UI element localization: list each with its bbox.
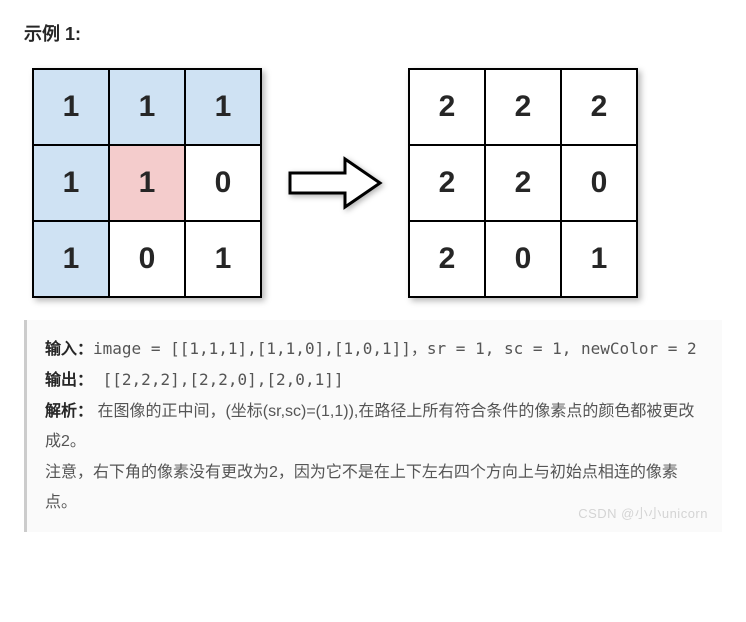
- output-grid: 222220201: [408, 68, 638, 298]
- input-grid: 111110101: [32, 68, 262, 298]
- output-line: 输出： [[2,2,2],[2,2,0],[2,0,1]]: [45, 365, 704, 396]
- output-label: 输出：: [45, 372, 93, 389]
- grid-cell: 1: [33, 69, 109, 145]
- grid-cell: 2: [409, 221, 485, 297]
- grid-cell: 2: [409, 69, 485, 145]
- grid-cell: 0: [485, 221, 561, 297]
- grid-cell: 0: [185, 145, 261, 221]
- example-title: 示例 1:: [24, 20, 722, 46]
- grid-cell: 2: [409, 145, 485, 221]
- output-text: [[2,2,2],[2,2,0],[2,0,1]]: [93, 370, 343, 389]
- explain-text-1: 在图像的正中间，(坐标(sr,sc)=(1,1)),在路径上所有符合条件的像素点…: [45, 403, 694, 450]
- grid-cell: 1: [109, 145, 185, 221]
- grid-cell: 0: [109, 221, 185, 297]
- grid-cell: 1: [109, 69, 185, 145]
- grid-cell: 0: [561, 145, 637, 221]
- explain-label: 解析：: [45, 403, 93, 420]
- input-text: image = [[1,1,1],[1,1,0],[1,0,1]]，sr = 1…: [93, 339, 697, 358]
- input-label: 输入：: [45, 341, 93, 358]
- grid-cell: 1: [185, 221, 261, 297]
- grid-cell: 2: [485, 69, 561, 145]
- diagram: 111110101 222220201: [24, 68, 722, 298]
- grid-cell: 1: [33, 145, 109, 221]
- explain-line-1: 解析： 在图像的正中间，(坐标(sr,sc)=(1,1)),在路径上所有符合条件…: [45, 397, 704, 458]
- grid-cell: 2: [561, 69, 637, 145]
- grid-cell: 1: [561, 221, 637, 297]
- input-line: 输入：image = [[1,1,1],[1,1,0],[1,0,1]]，sr …: [45, 334, 704, 365]
- arrow-icon: [280, 153, 390, 213]
- explanation-block: 输入：image = [[1,1,1],[1,1,0],[1,0,1]]，sr …: [24, 320, 722, 532]
- grid-cell: 1: [185, 69, 261, 145]
- watermark-text: CSDN @小小unicorn: [578, 502, 708, 527]
- grid-cell: 2: [485, 145, 561, 221]
- grid-cell: 1: [33, 221, 109, 297]
